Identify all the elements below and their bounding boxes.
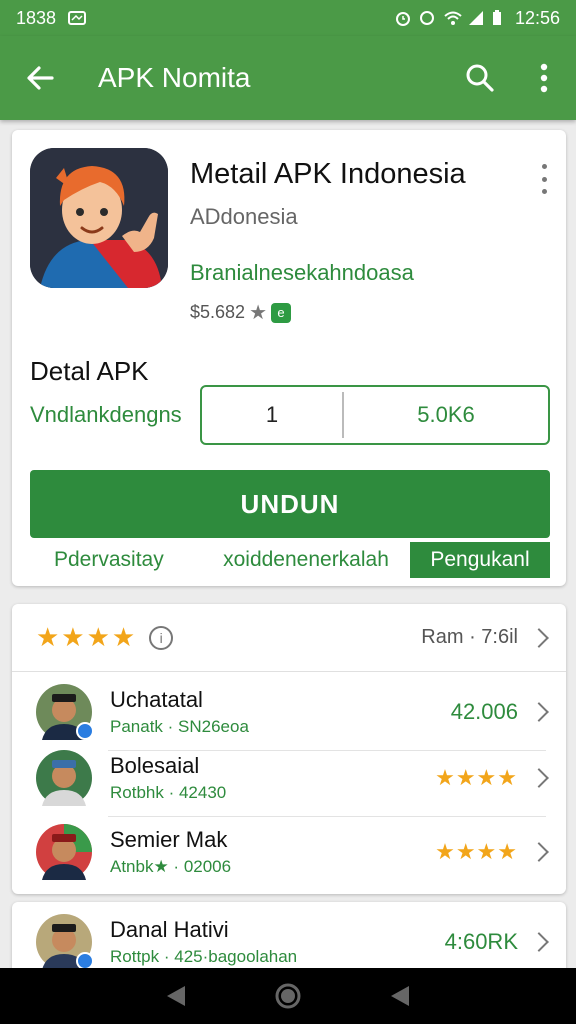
app-icon[interactable] [30,148,168,288]
alarm-icon [395,10,411,26]
overflow-menu-button[interactable] [512,36,576,120]
quantity-size-field[interactable]: 1 5.0K6 [200,385,550,445]
review-stars: ★★★★ [435,765,518,790]
chevron-right-icon [529,702,549,722]
chevron-right-icon [529,768,549,788]
nav-back-button[interactable] [156,976,196,1016]
verified-icon [76,722,94,740]
app-subtitle: ADdonesia [190,204,298,229]
review-meta: Rotbhk · 42430 [110,783,227,802]
search-icon [466,64,494,92]
rating-summary: Ram · 7:6il [421,626,518,648]
review-meta: Rottpk · 425·bagoolahan [110,947,298,966]
app-price-row: $5.682 ★ e [190,300,291,325]
search-button[interactable] [448,36,512,120]
timer-icon [419,10,435,26]
rating-summary-row[interactable]: ★★★★ i Ram · 7:6il [12,604,566,672]
detail-title: Detal APK [30,356,149,386]
status-time-right: 12:56 [514,7,560,28]
status-time-left: 1838 [16,7,57,28]
wifi-icon [443,10,462,26]
download-button[interactable]: UNDUN [30,470,550,538]
review-item[interactable]: Uchatatal Panatk · SN26eoa 42.006 [12,674,566,750]
review-item[interactable]: Semier Mak Atnbk★ · 02006 ★★★★ [12,814,566,890]
nav-recents-button[interactable] [380,976,420,1016]
back-button[interactable] [0,36,80,120]
more-vert-icon [540,63,548,93]
chevron-right-icon [529,932,549,952]
app-price: $5.682 [190,302,246,322]
review-meta: Panatk · SN26eoa [110,717,249,736]
review-meta: Atnbk★ · 02006 [110,857,232,876]
avatar [36,750,92,806]
avatar [36,914,94,970]
reviews-card: ★★★★ i Ram · 7:6il Uchatatal Panatk · SN… [12,604,566,894]
review-author: Uchatatal [110,687,203,712]
rating-stars: ★★★★ [36,622,138,652]
chevron-right-icon [529,627,549,648]
app-bar-title: APK Nomita [98,62,251,93]
verified-badge-icon: e [271,302,291,323]
nav-home-button[interactable] [268,976,308,1016]
app-name: Metail APK Indonesia [190,158,466,190]
tab-xoiddenenerkalah[interactable]: xoiddenenerkalah [202,548,410,572]
battery-icon [491,10,507,26]
app-bar: APK Nomita [0,36,576,120]
review-value: 42.006 [450,699,518,724]
card-more-icon[interactable] [534,164,554,194]
signal-icon [467,10,483,26]
review-author: Danal Hativi [110,917,229,942]
review-author: Bolesaial [110,753,200,778]
notification-icon [68,10,87,26]
status-bar: 1838 12:56 [0,0,576,36]
review-stars: ★★★★ [435,839,518,864]
star-icon: ★ [249,302,267,324]
avatar [36,684,94,740]
system-nav-bar [0,968,576,1024]
tab-bar: Pdervasitay xoiddenenerkalah Pengukanl [30,542,550,578]
nav-recents-icon [391,986,409,1006]
app-developer-link[interactable]: Branialnesekahndoasa [190,260,414,286]
nav-home-icon [275,983,301,1009]
nav-back-icon [167,986,185,1006]
app-detail-card: Metail APK Indonesia ADdonesia Branialne… [12,130,566,586]
detail-label: Vndlankdengns [30,402,182,427]
size-value: 5.0K6 [417,402,475,427]
arrow-left-icon [27,66,54,90]
review-item[interactable]: Bolesaial Rotbhk · 42430 ★★★★ [12,740,566,816]
chevron-right-icon [529,842,549,862]
tab-pdervasitay[interactable]: Pdervasitay [30,548,202,572]
info-icon[interactable]: i [149,625,174,650]
review-value: 4:60RK [444,929,518,954]
review-author: Semier Mak [110,827,228,852]
avatar [36,824,92,880]
tab-pengukanl[interactable]: Pengukanl [410,542,550,578]
quantity-value[interactable]: 1 [202,402,342,428]
